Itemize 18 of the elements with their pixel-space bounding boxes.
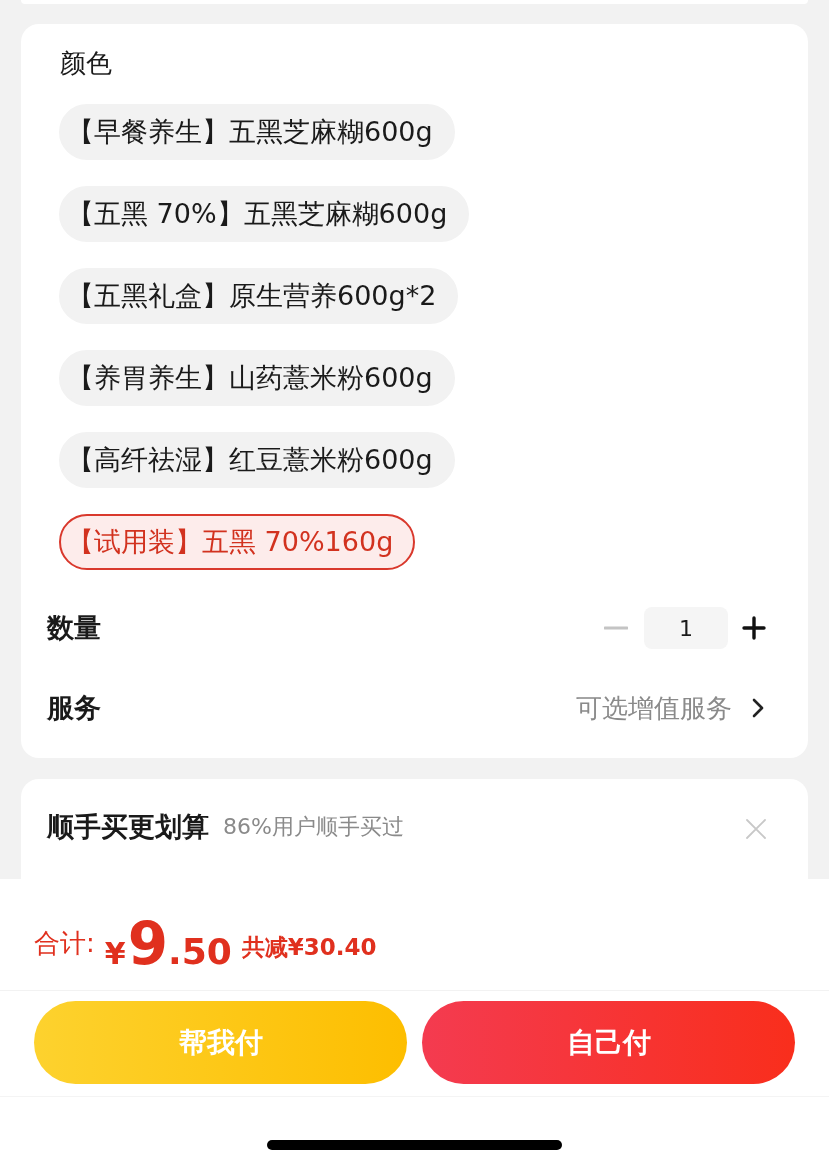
pay-self-button[interactable]: 自己付 bbox=[422, 1001, 795, 1084]
option-chip[interactable]: 【试用装】五黑 70%160g bbox=[59, 514, 416, 570]
option-chip[interactable]: 【早餐养生】五黑芝麻糊600g bbox=[59, 104, 455, 160]
total-label: 合计: bbox=[34, 927, 95, 960]
total-price: ¥9.50 bbox=[104, 914, 232, 973]
quantity-label: 数量 bbox=[47, 610, 101, 645]
bundle-title: 顺手买更划算 bbox=[47, 810, 209, 844]
service-label: 服务 bbox=[47, 690, 101, 725]
section-title: 颜色 bbox=[60, 47, 113, 80]
option-chip[interactable]: 【五黑 70%】五黑芝麻糊600g bbox=[59, 186, 470, 242]
option-chip[interactable]: 【养胃养生】山药薏米粉600g bbox=[59, 350, 455, 406]
quantity-field[interactable]: 1 bbox=[644, 607, 728, 649]
plus-icon[interactable] bbox=[742, 616, 766, 640]
discount-text: 共减¥30.40 bbox=[241, 933, 377, 963]
option-chip[interactable]: 【五黑礼盒】原生营养600g*2 bbox=[59, 268, 459, 324]
bundle-subtitle: 86%用户顺手买过 bbox=[223, 813, 404, 841]
chevron-right-icon[interactable] bbox=[752, 698, 764, 718]
option-chip[interactable]: 【高纤祛湿】红豆薏米粉600g bbox=[59, 432, 455, 488]
